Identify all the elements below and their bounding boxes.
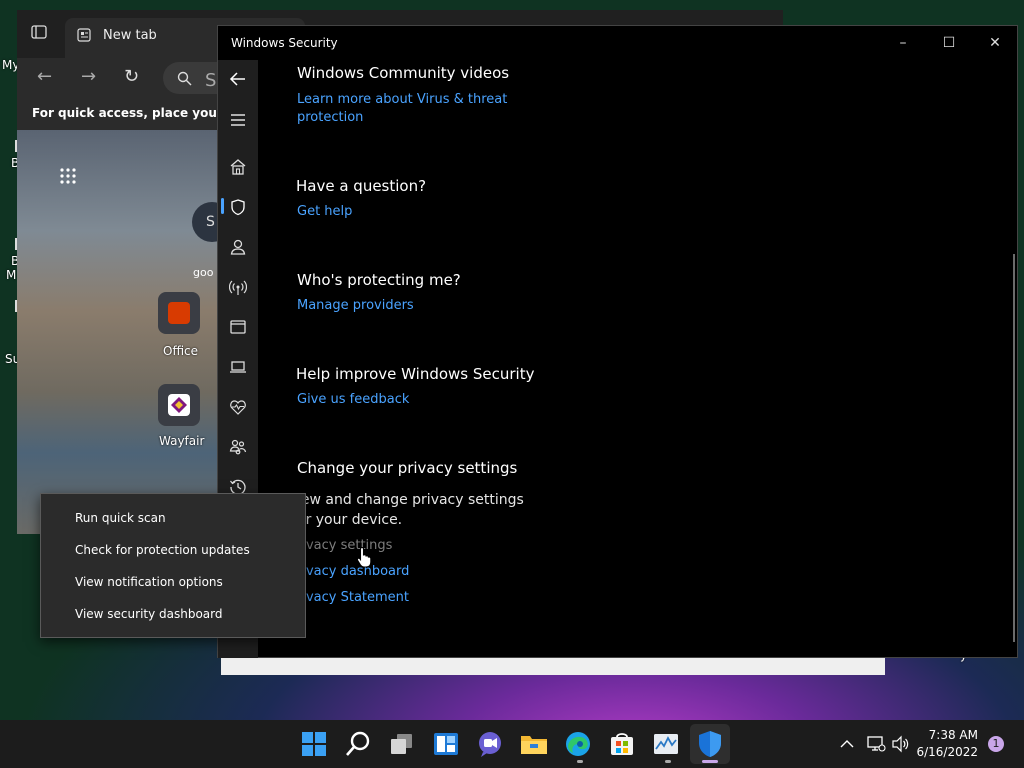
chevron-up-icon[interactable] [839,736,855,752]
home-icon [230,159,246,175]
office-icon [168,302,190,324]
active-indicator [702,760,718,763]
teams-chat-icon[interactable] [474,728,506,760]
get-help-link[interactable]: Get help [297,203,352,221]
context-menu: Run quick scan Check for protection upda… [40,493,306,638]
quicklink-label: goo [193,266,214,279]
nav-family-options[interactable] [218,430,258,462]
privacy-statement-link[interactable]: rivacy Statement [297,589,409,607]
main-content: Windows Community videos Learn more abou… [258,60,1016,658]
give-feedback-link[interactable]: Give us feedback [297,391,409,409]
back-icon[interactable]: ← [37,66,52,87]
quicklink-office[interactable] [158,292,200,334]
privacy-dashboard-link[interactable]: rivacy dashboard [297,563,409,581]
file-explorer-icon[interactable] [518,728,550,760]
search-icon [177,70,192,91]
widgets-icon[interactable] [430,728,462,760]
manage-providers-link[interactable]: Manage providers [297,297,414,315]
clock-date[interactable]: 6/16/2022 [916,745,978,759]
section-title-privacy: Change your privacy settings [297,459,518,477]
nav-device-performance[interactable] [218,390,258,422]
nav-app-browser-control[interactable] [218,310,258,342]
menu-item-notification-options[interactable]: View notification options [75,575,223,589]
search-icon[interactable] [342,728,374,760]
section-title-question: Have a question? [296,177,427,195]
clock-time[interactable]: 7:38 AM [928,728,978,742]
quicklink-label: Wayfair [159,434,205,448]
heart-pulse-icon [230,400,246,415]
volume-icon[interactable] [891,734,911,754]
running-indicator [665,760,671,763]
browser-tab-title: New tab [103,28,157,43]
background-window-edge [221,657,885,675]
learn-more-link-line1: Learn more about Virus & threat [297,92,508,107]
nav-firewall-network[interactable] [218,270,258,302]
nav-menu[interactable] [218,103,258,135]
forward-icon[interactable]: → [81,66,96,87]
task-view-icon[interactable] [386,728,418,760]
minimize-button[interactable]: – [888,32,918,54]
new-tab-background: S goo Office Wayfair [17,130,232,534]
app-window-icon [230,320,246,334]
quicklink-wayfair[interactable] [158,384,200,426]
menu-item-protection-updates[interactable]: Check for protection updates [75,543,250,557]
wayfair-icon [168,394,190,416]
nav-account-protection[interactable] [218,230,258,262]
privacy-description: iew and change privacy settings or your … [297,490,524,530]
app-launcher-icon[interactable] [59,166,77,190]
shield-icon [231,199,245,216]
scrollbar[interactable] [1013,254,1015,642]
new-tab-icon [77,28,91,46]
hamburger-icon [231,114,245,126]
family-icon [229,439,247,455]
laptop-icon [230,361,246,373]
desktop-label: M [6,268,17,282]
privacy-description-line1: iew and change privacy settings [297,492,524,508]
refresh-icon[interactable]: ↻ [124,66,139,87]
menu-item-quick-scan[interactable]: Run quick scan [75,511,166,525]
hand-cursor-icon [356,546,372,568]
network-icon[interactable] [866,734,886,754]
person-icon [230,239,246,255]
privacy-settings-link[interactable]: rivacy settings [297,537,392,555]
nav-home[interactable] [218,150,258,182]
selected-indicator [221,198,224,214]
nav-virus-threat-protection[interactable] [218,190,258,222]
close-button[interactable]: ✕ [980,32,1010,54]
title-bar[interactable]: Windows Security – ☐ ✕ [218,26,1017,60]
maximize-button[interactable]: ☐ [934,32,964,54]
quicklink-label: Office [163,344,199,358]
nav-device-security[interactable] [218,350,258,382]
store-icon[interactable] [606,728,638,760]
workspaces-icon[interactable] [31,24,51,44]
edge-icon[interactable] [562,728,594,760]
window-title: Windows Security [231,36,338,50]
taskbar: 7:38 AM 6/16/2022 [0,720,1024,768]
notification-badge[interactable]: 1 [988,736,1004,752]
section-title-protecting: Who's protecting me? [297,271,461,289]
windows-security-window: Windows Security – ☐ ✕ Windows Community… [217,25,1018,658]
learn-more-link-line2: protection [297,110,364,125]
section-title-community: Windows Community videos [297,64,510,82]
start-icon[interactable] [298,728,330,760]
wifi-antenna-icon [229,280,247,295]
running-indicator [577,760,583,763]
learn-more-link[interactable]: Learn more about Virus & threat protecti… [297,91,507,127]
nav-back[interactable] [218,62,258,94]
section-title-improve: Help improve Windows Security [296,365,535,383]
windows-security-icon[interactable] [694,728,726,760]
menu-item-security-dashboard[interactable]: View security dashboard [75,607,223,621]
task-manager-icon[interactable] [650,728,682,760]
back-arrow-icon [229,72,245,86]
privacy-description-line2: or your device. [297,512,403,528]
